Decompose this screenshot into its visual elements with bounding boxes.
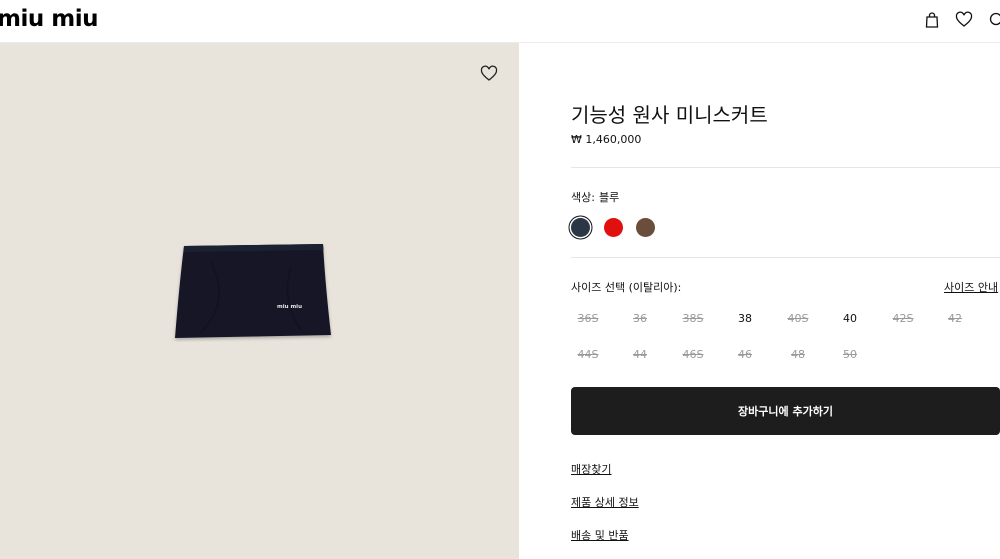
product-price: ₩ 1,460,000: [571, 133, 642, 146]
size-option[interactable]: 36: [625, 312, 655, 325]
color-swatch-navy[interactable]: [571, 218, 590, 237]
color-value: 블루: [598, 191, 620, 204]
heart-icon[interactable]: [955, 11, 973, 29]
size-option[interactable]: 50: [835, 348, 865, 361]
color-swatch-red[interactable]: [604, 218, 623, 237]
size-option[interactable]: 40S: [783, 312, 813, 325]
size-option[interactable]: 48: [783, 348, 813, 361]
color-label: 색상: 블루: [571, 189, 623, 205]
add-to-cart-button[interactable]: 장바구니에 추가하기: [571, 387, 1000, 435]
size-option[interactable]: 44S: [573, 348, 603, 361]
color-swatch-brown[interactable]: [636, 218, 655, 237]
size-option[interactable]: 38: [730, 312, 760, 325]
size-option[interactable]: 42: [940, 312, 970, 325]
size-select-label: 사이즈 선택 (이탈리아):: [571, 281, 682, 294]
product-image-skirt: miu miu: [175, 244, 331, 338]
product-details-link[interactable]: 제품 상세 정보: [571, 494, 639, 510]
size-option[interactable]: 40: [835, 312, 865, 325]
product-title: 기능성 원사 미니스커트: [571, 103, 768, 127]
size-guide-link[interactable]: 사이즈 안내: [944, 279, 998, 295]
site-header: miu miu: [0, 0, 1000, 43]
divider: [571, 167, 1000, 168]
divider: [571, 257, 1000, 258]
store-locator-link[interactable]: 매장찾기: [571, 461, 611, 477]
product-image-panel: miu miu: [0, 43, 519, 559]
shipping-returns-link[interactable]: 배송 및 반품: [571, 527, 629, 543]
wishlist-heart-icon[interactable]: [480, 65, 498, 83]
size-option[interactable]: 44: [625, 348, 655, 361]
skirt-logo-text: miu miu: [277, 304, 302, 310]
brand-logo[interactable]: miu miu: [0, 7, 98, 31]
color-label-text: 색상:: [571, 191, 595, 204]
size-option[interactable]: 42S: [888, 312, 918, 325]
size-option[interactable]: 46S: [678, 348, 708, 361]
size-option[interactable]: 38S: [678, 312, 708, 325]
size-option[interactable]: 36S: [573, 312, 603, 325]
bag-icon[interactable]: [923, 11, 941, 29]
search-icon[interactable]: [988, 11, 1000, 29]
size-option[interactable]: 46: [730, 348, 760, 361]
